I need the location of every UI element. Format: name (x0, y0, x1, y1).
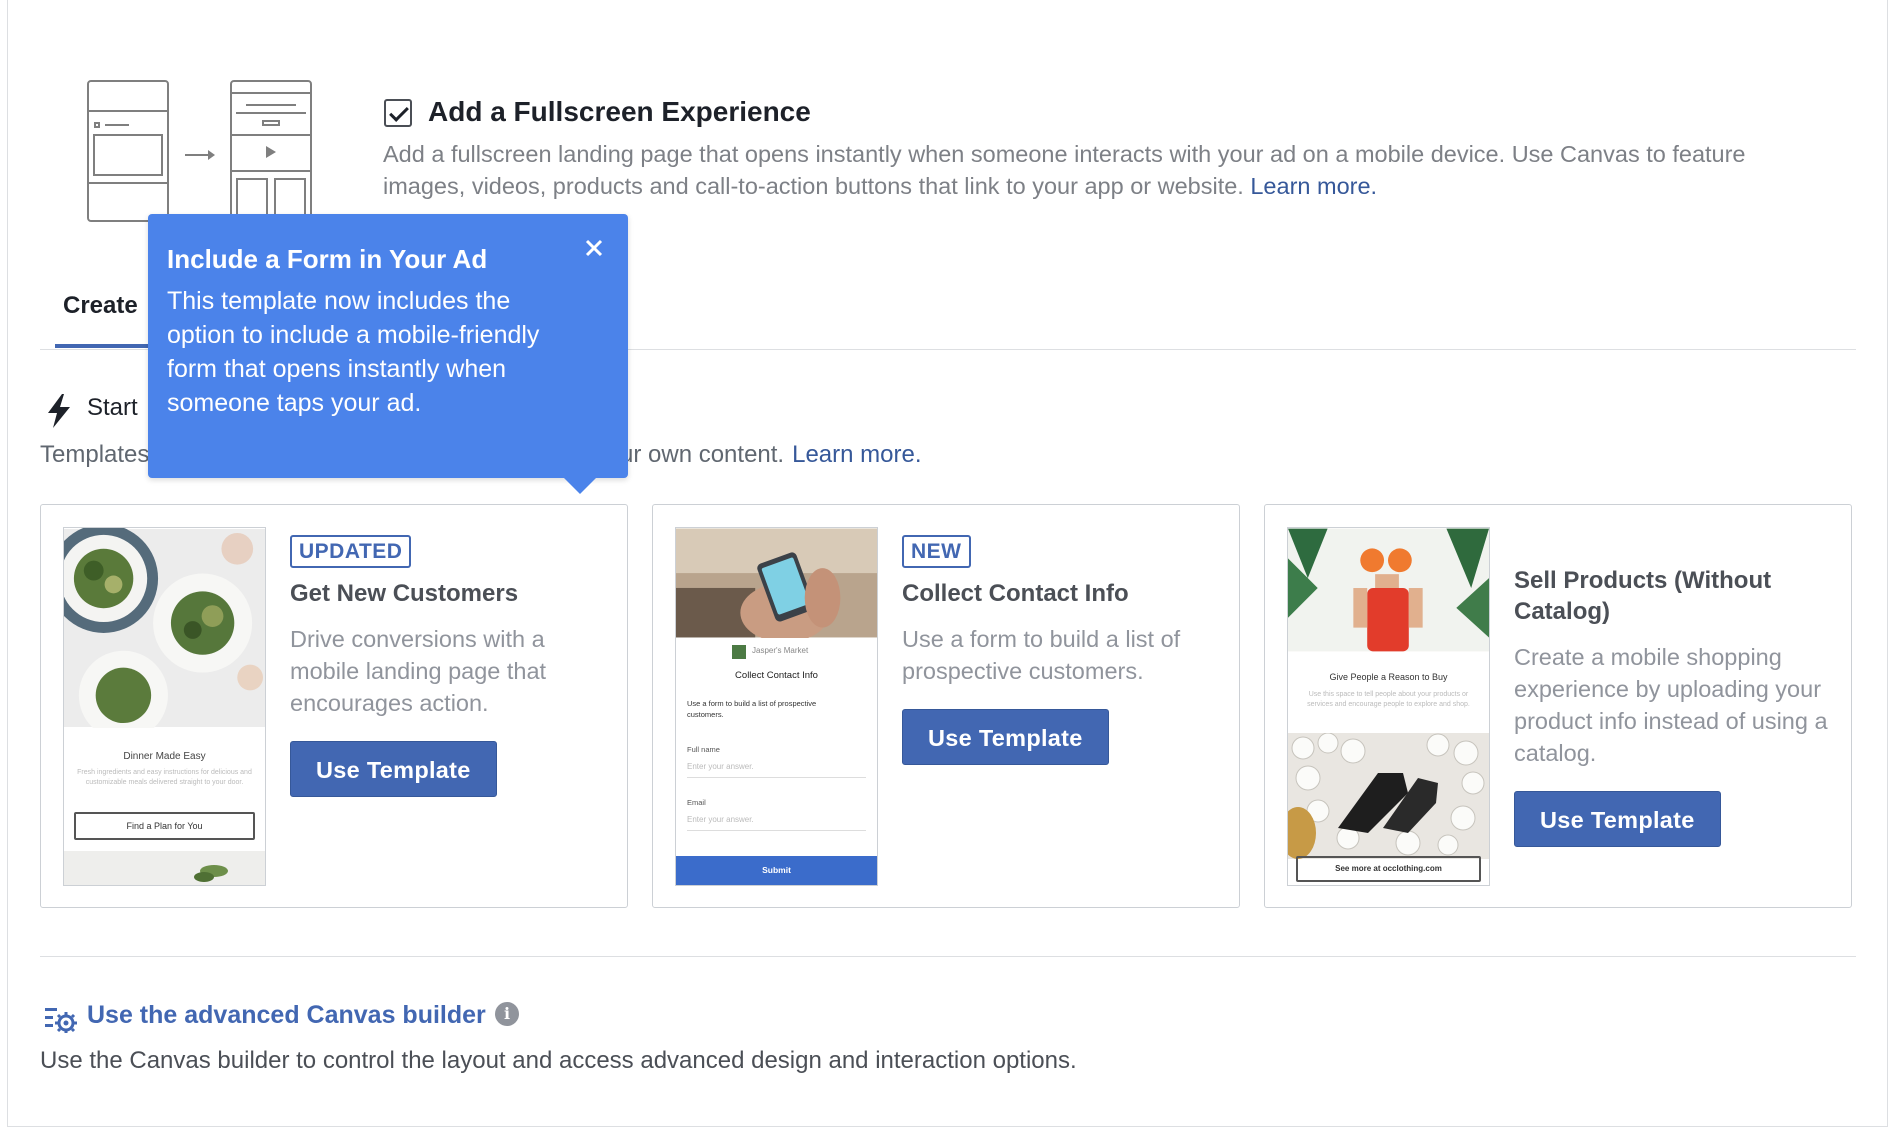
phone-canvas-icon (230, 80, 312, 224)
sandals-photo (1288, 733, 1489, 859)
preview-field-input: Enter your answer. (687, 815, 866, 831)
template-card-collect-contact-info: Jasper's Market Collect Contact Info Use… (652, 504, 1240, 908)
lightning-icon (48, 394, 70, 428)
preview-field-input: Enter your answer. (687, 762, 866, 778)
card-description: Create a mobile shopping experience by u… (1514, 644, 1828, 766)
templates-desc-prefix: Templates (40, 441, 150, 468)
use-template-button[interactable]: Use Template (1514, 791, 1721, 847)
preview-field-label: Email (687, 798, 706, 807)
use-template-button[interactable]: Use Template (902, 709, 1109, 765)
fullscreen-illustration (85, 78, 321, 228)
preview-caption: Give People a Reason to Buy (1329, 672, 1448, 682)
phone-in-hand-photo (676, 528, 877, 638)
fullscreen-title: Add a Fullscreen Experience (428, 96, 811, 127)
tooltip-body: This template now includes the option to… (167, 287, 540, 417)
preview-brand: Jasper's Market (752, 646, 809, 655)
fashion-photo (1288, 528, 1489, 652)
preview-text: Fresh ingredients and easy instructions … (77, 769, 252, 786)
arrow-icon (185, 150, 215, 160)
preview-cta: See more at occlothing.com (1296, 856, 1481, 882)
template-preview-shopping: Give People a Reason to Buy Use this spa… (1287, 527, 1490, 886)
preview-cta: Find a Plan for You (74, 812, 255, 840)
fullscreen-description: Add a fullscreen landing page that opens… (383, 138, 1803, 202)
preview-text: Use a form to build a list of prospectiv… (687, 699, 817, 719)
template-preview-dinner: Dinner Made Easy Fresh ingredients and e… (63, 527, 266, 886)
template-preview-contact-form: Jasper's Market Collect Contact Info Use… (675, 527, 878, 886)
use-template-button[interactable]: Use Template (290, 741, 497, 797)
templates-desc-suffix: ur own content. Learn more. (620, 441, 922, 469)
preview-footer-photo (64, 851, 265, 885)
fullscreen-checkbox[interactable] (384, 99, 412, 127)
card-title: Collect Contact Info (902, 580, 1129, 607)
card-title: Sell Products (Without Catalog) (1514, 567, 1772, 625)
template-card-get-new-customers: Dinner Made Easy Fresh ingredients and e… (40, 504, 628, 908)
tab-create[interactable]: Create (63, 292, 138, 320)
advanced-description: Use the Canvas builder to control the la… (40, 1047, 1077, 1074)
info-icon[interactable]: i (495, 1002, 519, 1026)
card-body: NEW Collect Contact Info Use a form to b… (902, 535, 1222, 765)
builder-settings-icon (45, 1008, 77, 1033)
preview-caption: Dinner Made Easy (123, 751, 206, 762)
form-tooltip: Include a Form in Your Ad This template … (148, 214, 628, 494)
updated-badge: UPDATED (290, 535, 412, 568)
templates-desc-suffix-text: ur own content. (620, 441, 785, 468)
card-title: Get New Customers (290, 580, 519, 607)
new-badge: NEW (902, 535, 971, 568)
card-body: UPDATED Get New Customers Drive conversi… (290, 535, 610, 797)
preview-submit: Submit (676, 856, 877, 885)
templates-learn-more-link[interactable]: Learn more. (792, 441, 921, 468)
template-card-sell-products: Give People a Reason to Buy Use this spa… (1264, 504, 1852, 908)
fullscreen-description-text: Add a fullscreen landing page that opens… (383, 141, 1746, 199)
section-divider (40, 956, 1856, 957)
brand-logo (732, 645, 746, 659)
phone-ad-icon (87, 80, 169, 222)
preview-text: Use this space to tell people about your… (1307, 691, 1470, 708)
preview-caption: Collect Contact Info (735, 670, 818, 681)
card-description: Use a form to build a list of prospectiv… (902, 626, 1181, 684)
card-description: Drive conversions with a mobile landing … (290, 626, 547, 716)
fullscreen-learn-more-link[interactable]: Learn more. (1250, 173, 1377, 199)
tooltip-title: Include a Form in Your Ad (167, 244, 488, 274)
card-body: Sell Products (Without Catalog) Create a… (1514, 565, 1834, 847)
advanced-canvas-builder-link[interactable]: Use the advanced Canvas builder (87, 1001, 486, 1030)
close-icon[interactable] (582, 236, 606, 260)
tab-active-underline (55, 344, 155, 348)
start-label: Start (87, 394, 138, 421)
preview-field-label: Full name (687, 745, 720, 754)
food-photo (64, 528, 265, 728)
